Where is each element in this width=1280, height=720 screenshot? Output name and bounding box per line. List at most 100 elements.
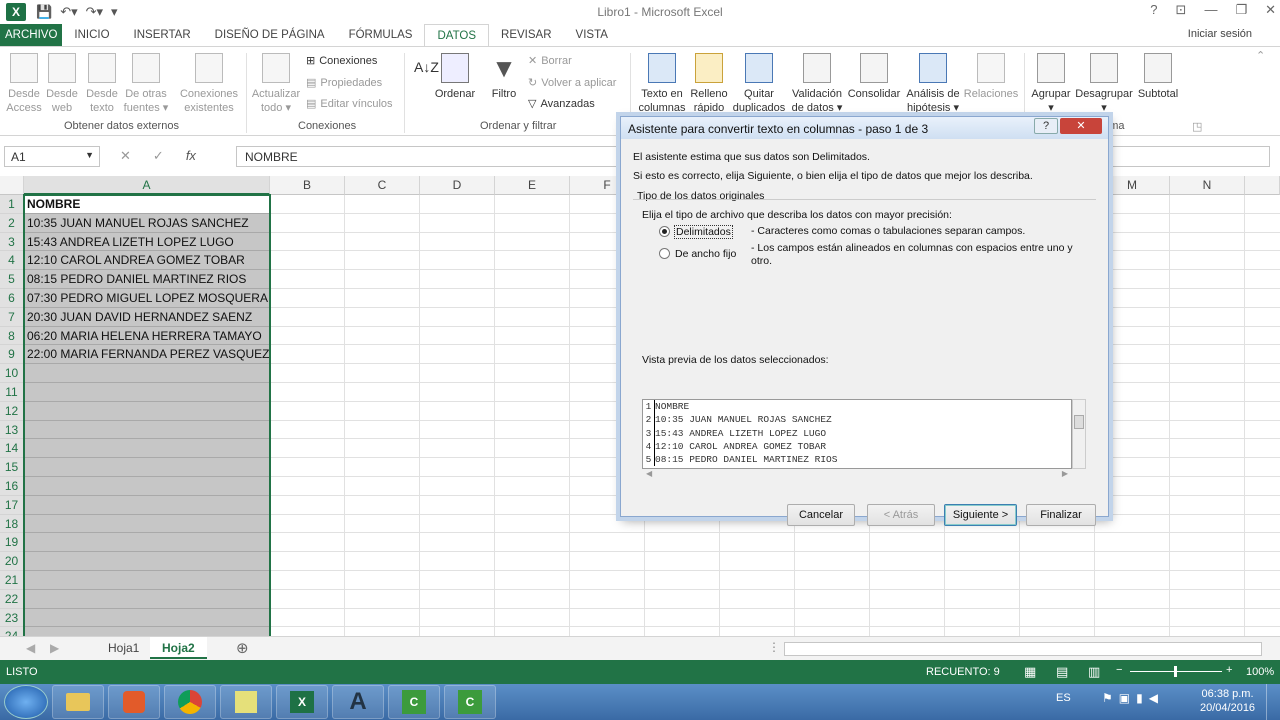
- zoom-out-icon[interactable]: −: [1116, 664, 1122, 676]
- from-web-button[interactable]: Desde web: [44, 53, 80, 115]
- row-header[interactable]: 23: [0, 608, 24, 628]
- data-preview[interactable]: 1 NOMBRE 2 10:35 JUAN MANUEL ROJAS SANCHEZ 3…: [642, 399, 1072, 469]
- what-if-button[interactable]: Análisis de hipótesis ▾: [904, 53, 962, 115]
- dialog-close-button[interactable]: ✕: [1060, 118, 1102, 134]
- page-layout-icon[interactable]: ▤: [1056, 664, 1068, 680]
- clear-button[interactable]: ✕ Borrar: [528, 54, 572, 68]
- refresh-all-button[interactable]: Actualizar todo ▾: [250, 53, 302, 115]
- remove-duplicates-button[interactable]: Quitar duplicados: [730, 53, 788, 115]
- row-header[interactable]: 20: [0, 552, 24, 571]
- row-header[interactable]: 22: [0, 589, 24, 609]
- cell-a[interactable]: [24, 364, 270, 383]
- cell-a[interactable]: 08:15 PEDRO DANIEL MARTINEZ RIOS: [24, 270, 270, 289]
- cell-a[interactable]: [24, 439, 270, 459]
- ungroup-button[interactable]: Desagrupar ▾: [1074, 53, 1134, 115]
- subtotal-button[interactable]: Subtotal: [1134, 53, 1182, 101]
- row-header[interactable]: 6: [0, 289, 24, 308]
- finish-button[interactable]: Finalizar: [1026, 504, 1096, 526]
- sheet-tab-hoja1[interactable]: Hoja1: [96, 637, 151, 659]
- excel-taskbar-icon[interactable]: X: [276, 685, 328, 719]
- page-break-icon[interactable]: ▥: [1088, 664, 1100, 680]
- clock[interactable]: 06:38 p.m. 20/04/2016: [1200, 687, 1255, 715]
- cell-a[interactable]: 12:10 CAROL ANDREA GOMEZ TOBAR: [24, 251, 270, 271]
- row-header[interactable]: 5: [0, 270, 24, 289]
- relations-button[interactable]: Relaciones: [962, 53, 1020, 101]
- zoom-in-icon[interactable]: +: [1226, 664, 1232, 676]
- normal-view-icon[interactable]: ▦: [1024, 664, 1036, 680]
- from-text-button[interactable]: Desde texto: [84, 53, 120, 115]
- customize-qat-icon[interactable]: ▾: [111, 4, 118, 20]
- cell-a[interactable]: [24, 420, 270, 440]
- prev-sheet-icon[interactable]: ◀: [26, 641, 35, 655]
- properties-button[interactable]: ▤ Propiedades: [306, 76, 382, 90]
- undo-icon[interactable]: ↶▾: [60, 4, 77, 20]
- camtasia-taskbar-icon[interactable]: C: [388, 685, 440, 719]
- next-sheet-icon[interactable]: ▶: [50, 641, 59, 655]
- col-header-e[interactable]: E: [495, 176, 570, 195]
- row-header[interactable]: 19: [0, 533, 24, 553]
- other-sources-button[interactable]: De otras fuentes ▾: [122, 53, 170, 115]
- cell-a[interactable]: [24, 514, 270, 534]
- scroll-left-icon[interactable]: ◀: [646, 469, 652, 478]
- row-header[interactable]: 4: [0, 251, 24, 271]
- row-header[interactable]: 2: [0, 213, 24, 233]
- help-icon[interactable]: ?: [1150, 2, 1157, 18]
- cancel-button[interactable]: Cancelar: [787, 504, 855, 526]
- row-header[interactable]: 11: [0, 383, 24, 402]
- cancel-formula-icon[interactable]: ✕: [120, 148, 131, 164]
- preview-vertical-scrollbar[interactable]: [1072, 399, 1086, 469]
- tab-split-handle-icon[interactable]: ⋮: [768, 640, 780, 654]
- tab-datos[interactable]: DATOS: [424, 24, 490, 46]
- sheet-tab-hoja2[interactable]: Hoja2: [150, 637, 207, 659]
- app-a-taskbar-icon[interactable]: A: [332, 685, 384, 719]
- col-header-n[interactable]: N: [1170, 176, 1245, 195]
- back-button[interactable]: < Atrás: [867, 504, 935, 526]
- cell-a[interactable]: 10:35 JUAN MANUEL ROJAS SANCHEZ: [24, 213, 270, 233]
- zoom-level[interactable]: 100%: [1246, 666, 1274, 678]
- group-button[interactable]: Agrupar ▾: [1028, 53, 1074, 115]
- tab-revisar[interactable]: REVISAR: [489, 24, 564, 46]
- connections-button[interactable]: ⊞ Conexiones: [306, 54, 377, 68]
- preview-scroll-thumb[interactable]: [1074, 415, 1084, 429]
- tab-diseno[interactable]: DISEÑO DE PÁGINA: [203, 24, 337, 46]
- cell-a[interactable]: 20:30 JUAN DAVID HERNANDEZ SAENZ: [24, 307, 270, 327]
- start-button-icon[interactable]: [4, 685, 48, 719]
- camtasia-recorder-taskbar-icon[interactable]: C: [444, 685, 496, 719]
- cell-a[interactable]: [24, 589, 270, 609]
- row-header[interactable]: 7: [0, 307, 24, 327]
- language-indicator[interactable]: ES: [1056, 692, 1071, 704]
- close-icon[interactable]: ✕: [1265, 2, 1276, 18]
- from-access-button[interactable]: Desde Access: [6, 53, 42, 115]
- select-all-corner[interactable]: [0, 176, 24, 195]
- cell-a1[interactable]: NOMBRE: [24, 195, 270, 214]
- row-header[interactable]: 8: [0, 326, 24, 346]
- row-header[interactable]: 3: [0, 232, 24, 252]
- ribbon-display-icon[interactable]: ⊡: [1176, 2, 1187, 18]
- row-header[interactable]: 9: [0, 345, 24, 365]
- row-header[interactable]: 10: [0, 364, 24, 383]
- cell-a[interactable]: [24, 627, 270, 636]
- cell-a[interactable]: [24, 458, 270, 477]
- tab-insertar[interactable]: INSERTAR: [122, 24, 203, 46]
- horizontal-scrollbar[interactable]: [784, 642, 1262, 656]
- collapse-ribbon-icon[interactable]: ⌃: [1256, 49, 1265, 62]
- dialog-launcher-icon[interactable]: ◳: [1192, 120, 1202, 133]
- save-icon[interactable]: 💾: [36, 4, 52, 20]
- reapply-button[interactable]: ↻ Volver a aplicar: [528, 76, 616, 90]
- cell-a[interactable]: [24, 552, 270, 571]
- name-box[interactable]: A1 ▼: [4, 146, 100, 167]
- consolidate-button[interactable]: Consolidar: [846, 53, 902, 101]
- row-header[interactable]: 24: [0, 627, 24, 636]
- radio-delimited[interactable]: [659, 226, 670, 237]
- sticky-notes-taskbar-icon[interactable]: [220, 685, 272, 719]
- cell-a[interactable]: 07:30 PEDRO MIGUEL LOPEZ MOSQUERA: [24, 289, 270, 308]
- cell-a[interactable]: 22:00 MARIA FERNANDA PEREZ VASQUEZ: [24, 345, 270, 365]
- text-to-columns-button[interactable]: Texto en columnas: [636, 53, 688, 115]
- row-header[interactable]: 13: [0, 420, 24, 440]
- existing-connections-button[interactable]: Conexiones existentes: [178, 53, 240, 115]
- tab-vista[interactable]: VISTA: [564, 24, 620, 46]
- tray-icons[interactable]: ⚑▣▮◀: [1102, 691, 1164, 705]
- show-desktop-button[interactable]: [1266, 684, 1280, 720]
- cell-a[interactable]: [24, 383, 270, 402]
- dialog-help-button[interactable]: ?: [1034, 118, 1058, 134]
